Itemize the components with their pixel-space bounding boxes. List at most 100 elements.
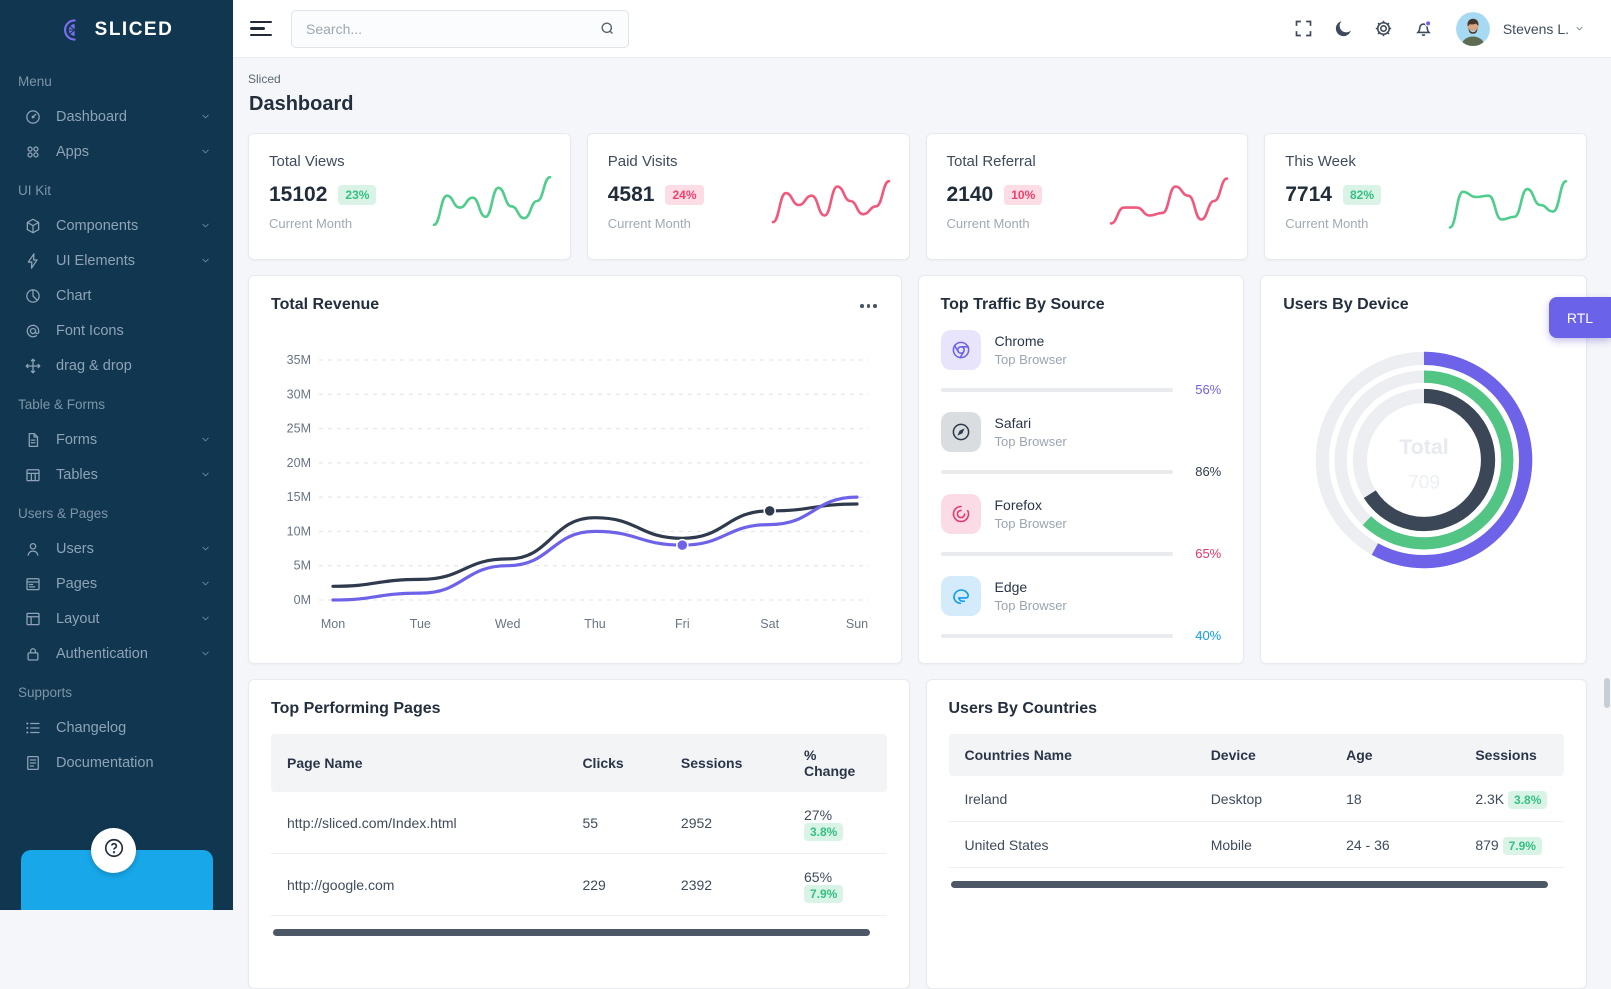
countries-table-wrap: Countries NameDeviceAgeSessionsIrelandDe… bbox=[949, 734, 1565, 868]
search-icon[interactable] bbox=[599, 20, 616, 37]
rtl-toggle-button[interactable]: RTL bbox=[1549, 297, 1611, 338]
table-cell: 65% 7.9% bbox=[788, 854, 887, 916]
bell-icon[interactable] bbox=[1413, 18, 1434, 39]
sidebar-item-components[interactable]: Components bbox=[0, 208, 233, 243]
table-cell: United States bbox=[949, 822, 1195, 868]
chevron-down-icon bbox=[200, 613, 211, 624]
table-cell: 879 7.9% bbox=[1459, 822, 1564, 868]
sidebar-item-documentation[interactable]: Documentation bbox=[0, 745, 233, 780]
table-cell: 2.3K 3.8% bbox=[1459, 776, 1564, 822]
sidebar-item-pages[interactable]: Pages bbox=[0, 566, 233, 601]
sidebar-item-changelog[interactable]: Changelog bbox=[0, 710, 233, 745]
table-header-sessions: Sessions bbox=[665, 734, 788, 792]
topbar: Stevens L. bbox=[233, 0, 1611, 58]
chevron-down-icon bbox=[200, 146, 211, 157]
table-header-page-name: Page Name bbox=[271, 734, 566, 792]
sidebar-item-chart[interactable]: Chart bbox=[0, 278, 233, 313]
gear-icon[interactable] bbox=[1373, 18, 1394, 39]
sidebar-item-forms[interactable]: Forms bbox=[0, 422, 233, 457]
sidebar-item-ui-elements[interactable]: UI Elements bbox=[0, 243, 233, 278]
data-table: Page NameClicksSessions% Changehttp://sl… bbox=[271, 734, 887, 916]
traffic-pct-label: 40% bbox=[1185, 628, 1221, 643]
firefox-icon bbox=[941, 494, 981, 534]
traffic-source-name: Chrome bbox=[995, 333, 1067, 349]
search-input[interactable] bbox=[292, 21, 599, 37]
svg-text:35M: 35M bbox=[287, 353, 311, 367]
chevron-down-icon bbox=[200, 111, 211, 122]
ellipsis-icon[interactable] bbox=[858, 296, 879, 316]
moon-icon[interactable] bbox=[1333, 18, 1354, 39]
app-logo[interactable]: SLICED bbox=[0, 0, 233, 58]
table-header-change: % Change bbox=[788, 734, 887, 792]
device-card-title: Users By Device bbox=[1283, 296, 1564, 314]
user-menu[interactable]: Stevens L. bbox=[1503, 21, 1585, 37]
sidebar-help-area bbox=[0, 834, 233, 910]
sidebar-item-label: Forms bbox=[56, 432, 97, 448]
row-change-badge: 3.8% bbox=[1508, 791, 1547, 809]
lock-icon bbox=[24, 645, 42, 663]
traffic-source-safari: Safari Top Browser 86% bbox=[941, 412, 1222, 479]
stat-value: 7714 bbox=[1285, 183, 1332, 207]
sidebar-item-users[interactable]: Users bbox=[0, 531, 233, 566]
sidebar-section-users-pages: Users & Pages bbox=[0, 492, 233, 531]
traffic-progress-track bbox=[941, 388, 1174, 392]
menu-toggle-button[interactable] bbox=[250, 17, 272, 41]
sidebar-item-label: Apps bbox=[56, 144, 89, 160]
bolt-icon bbox=[24, 252, 42, 270]
table-header-age: Age bbox=[1330, 734, 1459, 776]
sidebar-item-apps[interactable]: Apps bbox=[0, 134, 233, 169]
stat-sparkline-chart bbox=[771, 160, 893, 240]
svg-text:10M: 10M bbox=[287, 524, 311, 538]
traffic-source-sub: Top Browser bbox=[995, 352, 1067, 367]
stat-change-badge: 23% bbox=[338, 185, 376, 205]
help-button[interactable] bbox=[91, 828, 136, 873]
bottom-row: Top Performing Pages Page NameClicksSess… bbox=[248, 679, 1587, 989]
sidebar-section-table-forms: Table & Forms bbox=[0, 383, 233, 422]
gauge-icon bbox=[24, 108, 42, 126]
fullscreen-icon[interactable] bbox=[1293, 18, 1314, 39]
traffic-source-list: Chrome Top Browser 56% Safari Top Browse… bbox=[941, 330, 1222, 643]
sidebar-item-dashboard[interactable]: Dashboard bbox=[0, 99, 233, 134]
stat-cards-row: Total Views 15102 23% Current Month Paid… bbox=[248, 133, 1587, 260]
traffic-by-source-card: Top Traffic By Source Chrome Top Browser… bbox=[918, 275, 1245, 664]
chevron-down-icon bbox=[200, 578, 211, 589]
table-cell: Mobile bbox=[1195, 822, 1330, 868]
users-by-countries-card: Users By Countries Countries NameDeviceA… bbox=[926, 679, 1588, 989]
user-avatar[interactable] bbox=[1456, 12, 1490, 46]
horizontal-scrollbar[interactable] bbox=[951, 881, 1548, 888]
page-title: Dashboard bbox=[249, 93, 1587, 116]
main-content: Sliced Dashboard Total Views 15102 23% C… bbox=[233, 58, 1611, 910]
sidebar-item-drag-drop[interactable]: drag & drop bbox=[0, 348, 233, 383]
sidebar-item-label: Tables bbox=[56, 467, 98, 483]
sidebar-item-layout[interactable]: Layout bbox=[0, 601, 233, 636]
traffic-source-edge: Edge Top Browser 40% bbox=[941, 576, 1222, 643]
box-icon bbox=[24, 217, 42, 235]
table-cell: 2392 bbox=[665, 854, 788, 916]
sidebar-item-label: Font Icons bbox=[56, 323, 124, 339]
vertical-scrollbar-thumb[interactable] bbox=[1604, 678, 1610, 708]
stat-change-badge: 24% bbox=[665, 185, 703, 205]
table-cell: 18 bbox=[1330, 776, 1459, 822]
revenue-card-title: Total Revenue bbox=[271, 296, 379, 314]
user-name-label: Stevens L. bbox=[1503, 21, 1569, 37]
stat-change-badge: 82% bbox=[1343, 185, 1381, 205]
safari-icon bbox=[941, 412, 981, 452]
sidebar-item-label: Components bbox=[56, 218, 138, 234]
data-table: Countries NameDeviceAgeSessionsIrelandDe… bbox=[949, 734, 1565, 868]
row-change-badge: 3.8% bbox=[804, 823, 843, 841]
svg-text:15M: 15M bbox=[287, 490, 311, 504]
doc-icon bbox=[24, 754, 42, 772]
table-header-sessions: Sessions bbox=[1459, 734, 1564, 776]
table-row: http://google.com229239265% 7.9% bbox=[271, 854, 887, 916]
sidebar-section-menu: Menu bbox=[0, 60, 233, 99]
traffic-card-title: Top Traffic By Source bbox=[941, 296, 1222, 314]
chevron-down-icon bbox=[200, 220, 211, 231]
pages-card-title: Top Performing Pages bbox=[271, 700, 887, 718]
sidebar-item-font-icons[interactable]: Font Icons bbox=[0, 313, 233, 348]
sidebar-item-authentication[interactable]: Authentication bbox=[0, 636, 233, 671]
horizontal-scrollbar[interactable] bbox=[273, 929, 870, 936]
sidebar-item-label: Documentation bbox=[56, 755, 154, 771]
layout-icon bbox=[24, 610, 42, 628]
sidebar-item-tables[interactable]: Tables bbox=[0, 457, 233, 492]
pages-icon bbox=[24, 575, 42, 593]
